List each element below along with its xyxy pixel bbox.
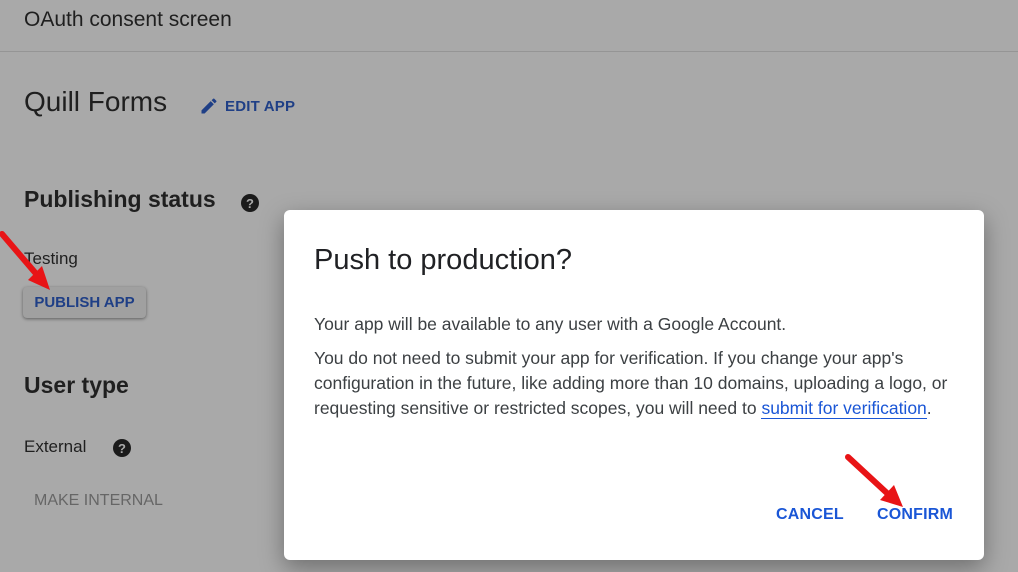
help-circle-icon[interactable]: ?	[113, 439, 131, 457]
verification-text-end: .	[926, 398, 932, 418]
user-type-title: User type	[24, 372, 129, 398]
make-internal-button[interactable]: MAKE INTERNAL	[34, 492, 163, 510]
confirm-button[interactable]: CONFIRM	[877, 506, 953, 524]
edit-app-label: EDIT APP	[225, 97, 296, 115]
pencil-icon	[201, 98, 217, 114]
dialog-paragraph-availability: Your app will be available to any user w…	[314, 314, 787, 334]
help-circle-icon[interactable]: ?	[241, 194, 259, 212]
user-type-value: External	[24, 437, 87, 456]
cancel-button[interactable]: CANCEL	[776, 506, 844, 524]
dialog-body: Your app will be available to any user w…	[314, 312, 954, 421]
dialog-paragraph-verification: You do not need to submit your app for v…	[314, 346, 954, 421]
push-to-production-dialog: Push to production? Your app will be ava…	[284, 210, 984, 560]
app-name: Quill Forms	[24, 86, 168, 117]
edit-app-button[interactable]: EDIT APP	[199, 96, 295, 116]
submit-for-verification-link[interactable]: submit for verification	[761, 398, 927, 419]
page-title: OAuth consent screen	[24, 8, 232, 31]
publishing-status-title: Publishing status	[24, 186, 216, 212]
publishing-status-value: Testing	[24, 249, 78, 268]
publish-app-button[interactable]: PUBLISH APP	[23, 287, 146, 318]
page-header: OAuth consent screen	[0, 0, 1018, 52]
dialog-title: Push to production?	[314, 244, 572, 276]
